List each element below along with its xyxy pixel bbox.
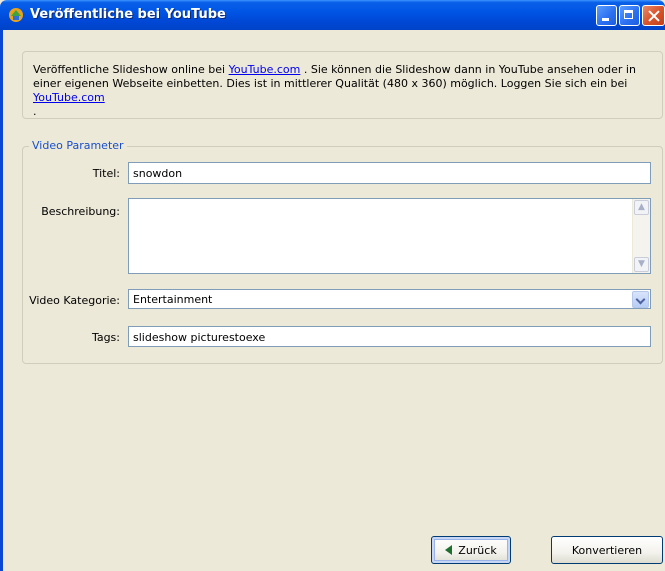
title-label: Titel:	[92, 167, 120, 180]
app-icon	[9, 8, 23, 22]
window-title: Veröffentliche bei YouTube	[30, 7, 226, 22]
info-text-1: Veröffentliche Slideshow online bei	[33, 63, 229, 76]
maximize-button[interactable]	[619, 5, 640, 26]
scroll-down-icon[interactable]: ▼	[634, 257, 649, 272]
back-arrow-icon	[445, 545, 453, 555]
minimize-button[interactable]	[596, 5, 617, 26]
scroll-up-icon[interactable]: ▲	[634, 200, 649, 215]
category-label: Video Kategorie:	[29, 294, 120, 307]
title-input[interactable]: snowdon	[128, 162, 651, 184]
category-value: Entertainment	[133, 293, 213, 306]
tags-input[interactable]: slideshow picturestoexe	[128, 326, 651, 347]
category-select[interactable]: Entertainment	[128, 289, 651, 309]
chevron-down-icon[interactable]	[632, 291, 649, 308]
tags-label: Tags:	[91, 331, 120, 344]
convert-button[interactable]: Konvertieren	[551, 536, 663, 564]
description-scrollbar[interactable]: ▲ ▼	[632, 199, 650, 273]
video-parameter-legend: Video Parameter	[29, 139, 127, 152]
title-bar[interactable]: Veröffentliche bei YouTube	[0, 0, 665, 30]
description-label: Beschreibung:	[41, 205, 120, 218]
description-textarea[interactable]: ▲ ▼	[128, 198, 651, 274]
back-button-label: Zurück	[458, 543, 497, 557]
back-button[interactable]: Zurück	[431, 536, 511, 564]
info-box: Veröffentliche Slideshow online bei YouT…	[22, 51, 663, 119]
info-text-3: .	[33, 105, 37, 118]
close-button[interactable]	[642, 5, 665, 26]
convert-button-label: Konvertieren	[571, 543, 643, 557]
youtube-link-1[interactable]: YouTube.com	[229, 63, 301, 76]
youtube-link-2[interactable]: YouTube.com	[33, 91, 105, 104]
